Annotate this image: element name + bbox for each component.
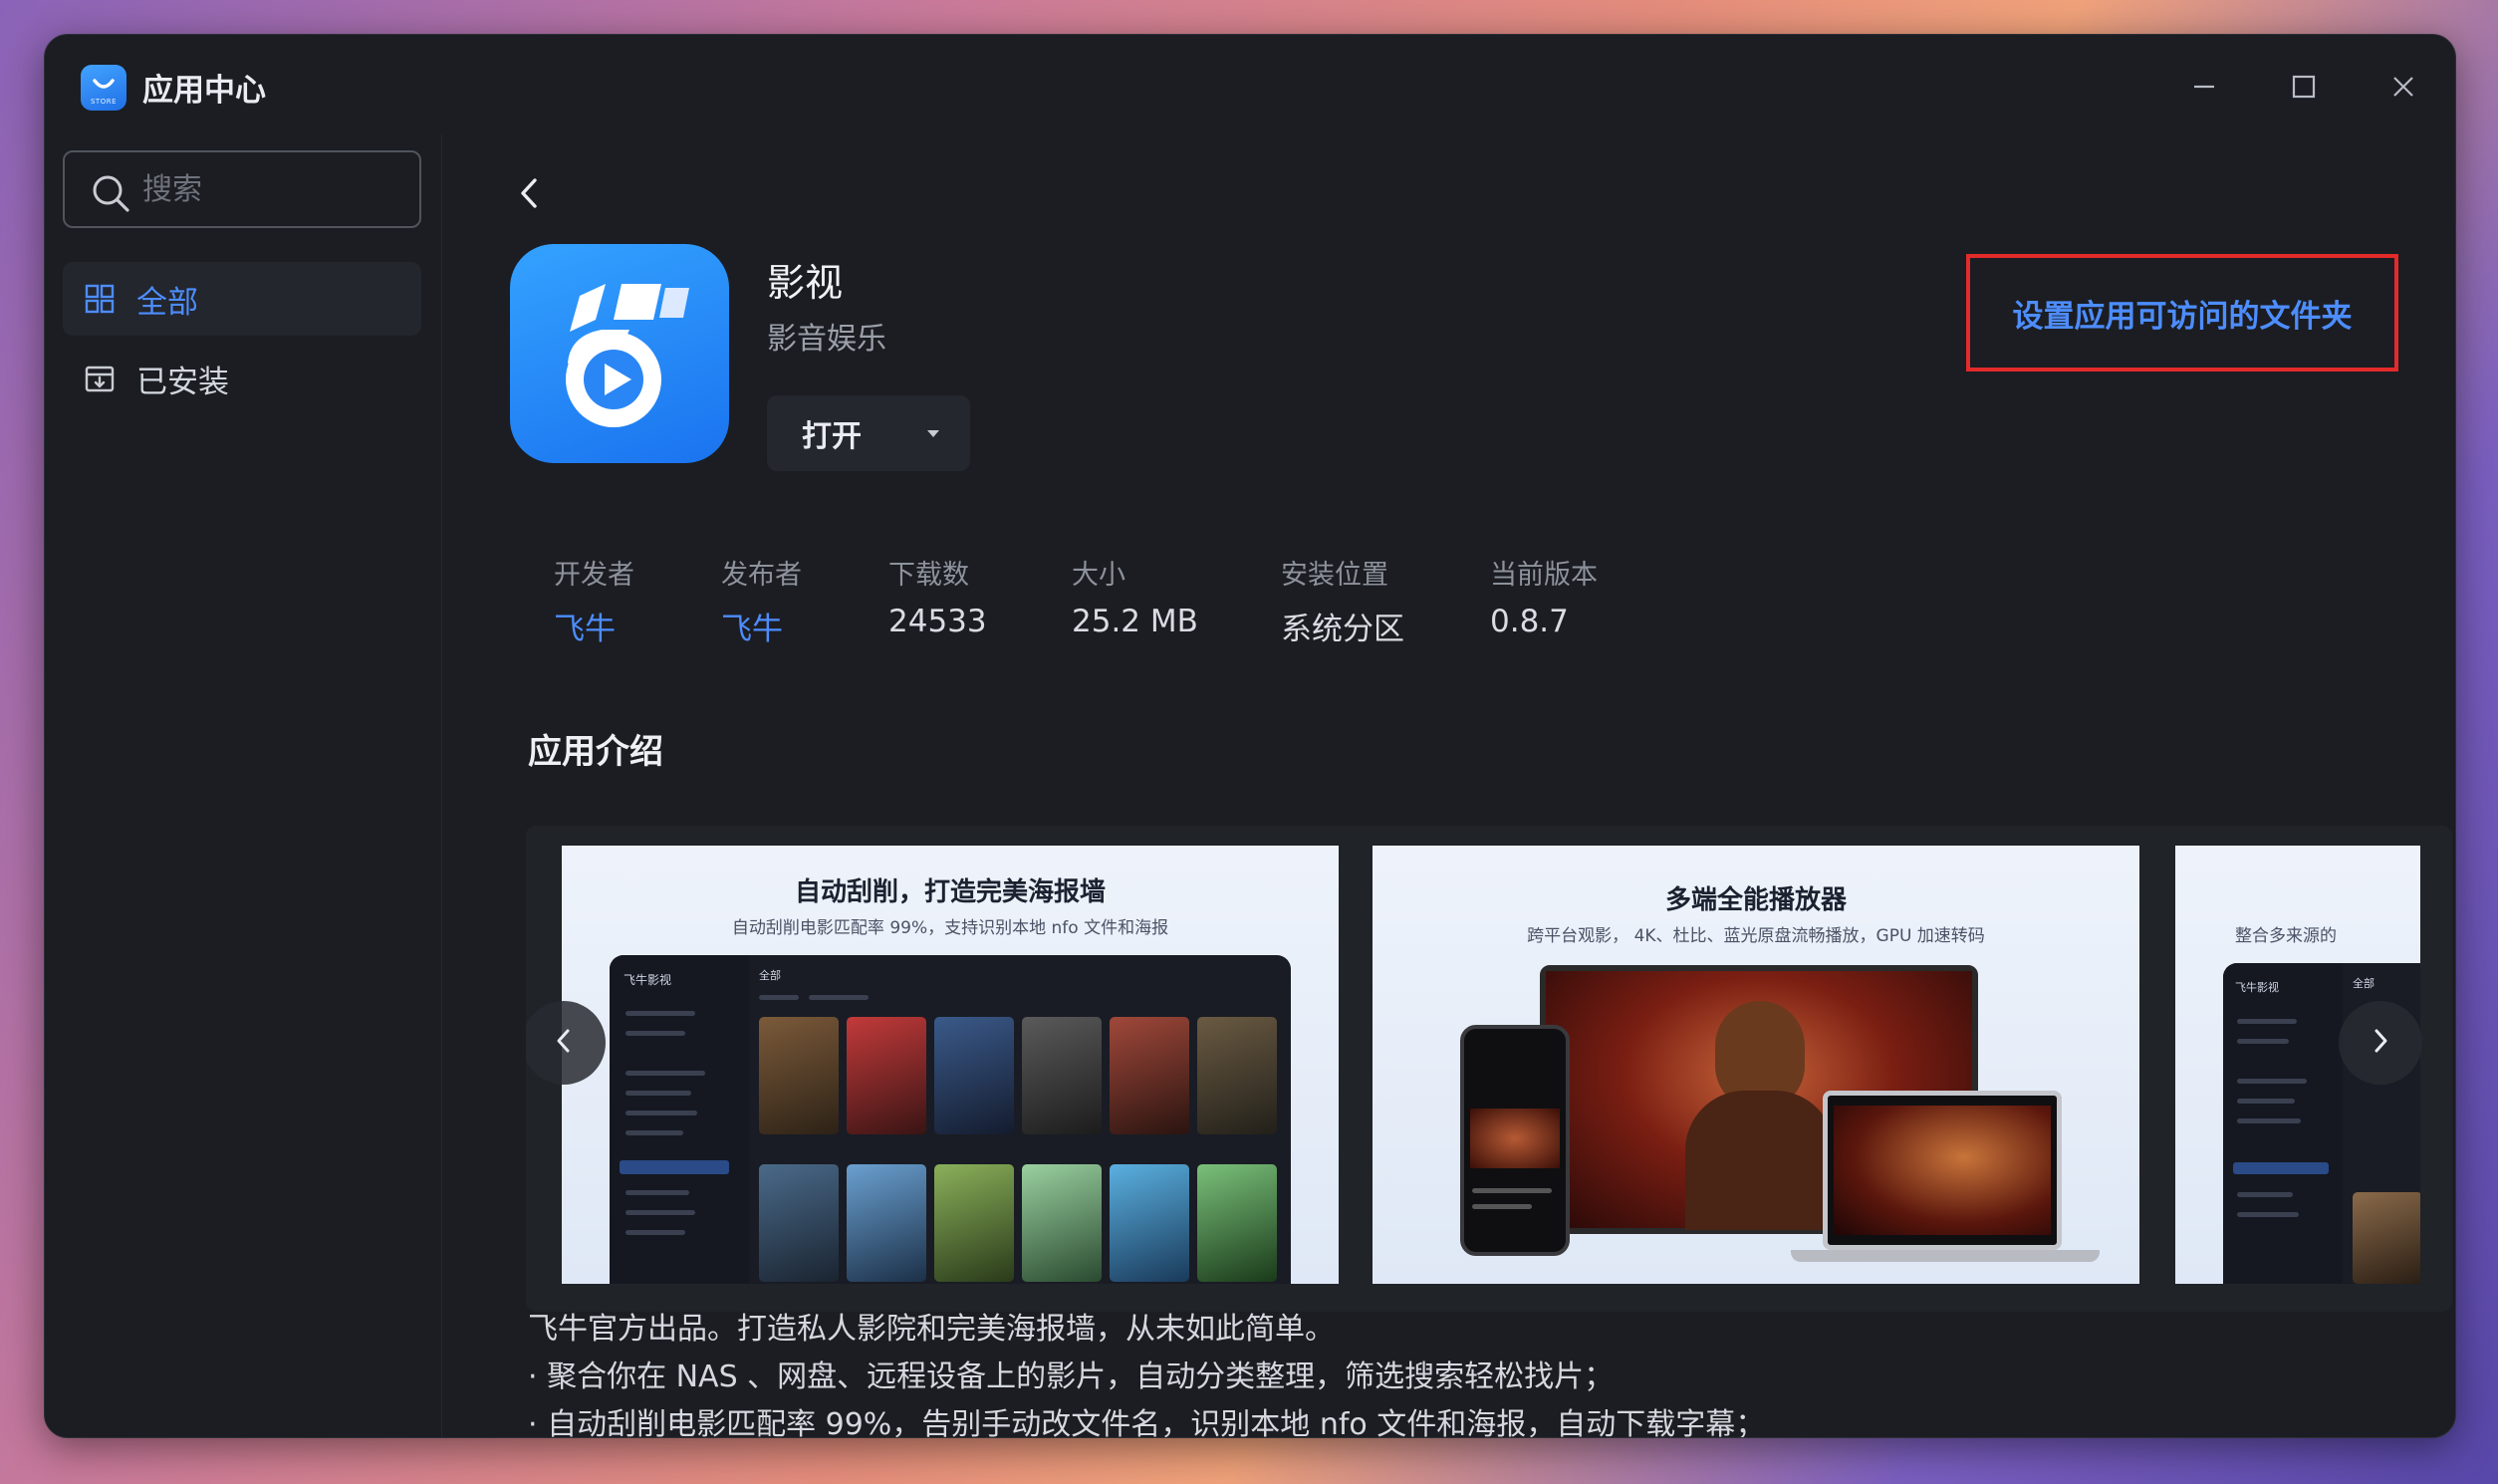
poster	[1110, 1164, 1189, 1282]
grid-icon	[85, 284, 115, 314]
carousel-next-button[interactable]	[2339, 1001, 2422, 1085]
info-size: 大小 25.2 MB	[1072, 553, 1198, 639]
sidebar-item-installed[interactable]: 已安装	[63, 342, 421, 415]
chevron-right-icon	[2372, 1028, 2389, 1058]
info-developer: 开发者 飞牛	[554, 553, 634, 648]
mock-tab: 全部	[759, 969, 781, 982]
poster	[934, 1164, 1014, 1282]
phone-mockup	[1460, 1025, 1570, 1256]
open-button[interactable]: 打开	[767, 395, 896, 471]
sidebar-item-label: 已安装	[136, 364, 229, 400]
sidebar: 全部 已安装	[45, 134, 441, 1437]
mock-brand: 飞牛影视	[2235, 981, 2279, 994]
download-box-icon	[85, 364, 115, 393]
mock-tab: 全部	[2353, 977, 2374, 990]
screenshot-title: 自动刮削，打造完美海报墙	[794, 877, 1106, 907]
sidebar-item-label: 全部	[136, 284, 198, 321]
mock-app-window: 飞牛影视 全部	[610, 955, 1291, 1284]
poster	[1110, 1017, 1189, 1134]
back-button[interactable]	[506, 170, 552, 216]
info-downloads: 下载数 24533	[888, 553, 987, 639]
poster	[1197, 1164, 1277, 1282]
screenshot-poster-wall[interactable]: 自动刮削，打造完美海报墙 自动刮削电影匹配率 99%，支持识别本地 nfo 文件…	[562, 846, 1339, 1284]
set-accessible-folders-button[interactable]: 设置应用可访问的文件夹	[1966, 254, 2398, 371]
screenshot-carousel: 自动刮削，打造完美海报墙 自动刮削电影匹配率 99%，支持识别本地 nfo 文件…	[526, 826, 2452, 1312]
info-label: 开发者	[554, 560, 634, 591]
logo-text: STORE	[90, 98, 117, 106]
chevron-left-icon	[555, 1028, 573, 1058]
search-icon	[91, 173, 130, 217]
info-label: 安装位置	[1281, 560, 1388, 591]
screenshot-multi-device-player[interactable]: 多端全能播放器 跨平台观影， 4K、杜比、蓝光原盘流畅播放，GPU 加速转码	[1373, 846, 2139, 1284]
app-center-window: STORE 应用中心 搜索 全部 已安装 影视 影音娱乐 打开 设置应用可访问的…	[44, 34, 2456, 1438]
screenshot-subtitle: 跨平台观影， 4K、杜比、蓝光原盘流畅播放，GPU 加速转码	[1527, 926, 1985, 946]
poster	[759, 1164, 839, 1282]
developer-link[interactable]: 飞牛	[554, 604, 634, 648]
info-version: 当前版本 0.8.7	[1490, 553, 1598, 639]
description-line: · 聚合你在 NAS 、网盘、远程设备上的影片，自动分类整理，筛选搜索轻松找片；	[528, 1360, 1615, 1394]
mock-sidebar: 飞牛影视	[610, 955, 749, 1284]
publisher-link[interactable]: 飞牛	[721, 604, 802, 648]
close-button[interactable]	[2377, 61, 2429, 113]
info-label: 发布者	[721, 560, 802, 591]
screenshot-title: 多端全能播放器	[1664, 885, 1847, 915]
search-input[interactable]	[142, 164, 401, 214]
search-box[interactable]	[63, 150, 421, 228]
carousel-prev-button[interactable]	[526, 1001, 606, 1085]
info-install-location: 安装位置 系统分区	[1281, 553, 1404, 648]
mock-brand: 飞牛影视	[624, 973, 672, 987]
app-store-logo-icon: STORE	[81, 65, 126, 111]
sidebar-item-all[interactable]: 全部	[63, 262, 421, 336]
poster	[1022, 1017, 1102, 1134]
open-options-dropdown[interactable]	[896, 395, 970, 471]
poster	[2353, 1192, 2420, 1284]
info-label: 下载数	[888, 560, 969, 591]
app-detail-panel: 影视 影音娱乐 打开 设置应用可访问的文件夹 开发者 飞牛 发布者 飞牛 下载数…	[442, 134, 2455, 1437]
poster	[847, 1017, 926, 1134]
poster	[847, 1164, 926, 1282]
poster	[934, 1017, 1014, 1134]
poster	[1022, 1164, 1102, 1282]
maximize-button[interactable]	[2278, 61, 2330, 113]
info-publisher: 发布者 飞牛	[721, 553, 802, 648]
description-line: · 自动刮削电影匹配率 99%，告别手动改文件名，识别本地 nfo 文件和海报，…	[528, 1407, 1766, 1438]
title-bar: STORE 应用中心	[45, 35, 2455, 134]
mock-sidebar: 飞牛影视	[2223, 963, 2343, 1284]
caret-down-icon	[925, 424, 941, 443]
window-title: 应用中心	[142, 73, 266, 109]
minimize-button[interactable]	[2178, 61, 2230, 113]
screenshot-subtitle: 自动刮削电影匹配率 99%，支持识别本地 nfo 文件和海报	[731, 918, 1169, 938]
info-value: 24533	[888, 604, 987, 639]
intro-section-title: 应用介绍	[528, 732, 663, 772]
info-value: 系统分区	[1281, 612, 1404, 647]
info-label: 大小	[1072, 560, 1125, 591]
app-video-icon	[510, 244, 729, 463]
laptop-base	[1791, 1250, 2100, 1262]
info-value: 25.2 MB	[1072, 604, 1198, 639]
open-button-group: 打开	[767, 395, 970, 471]
app-name: 影视	[767, 261, 844, 305]
description-line: 飞牛官方出品。打造私人影院和完美海报墙，从未如此简单。	[528, 1312, 1335, 1347]
info-label: 当前版本	[1490, 560, 1598, 591]
laptop-mockup	[1823, 1091, 2062, 1250]
app-category: 影音娱乐	[767, 322, 886, 357]
info-value: 0.8.7	[1490, 604, 1569, 639]
poster	[759, 1017, 839, 1134]
poster	[1197, 1017, 1277, 1134]
screenshot-subtitle: 整合多来源的	[2235, 926, 2337, 946]
